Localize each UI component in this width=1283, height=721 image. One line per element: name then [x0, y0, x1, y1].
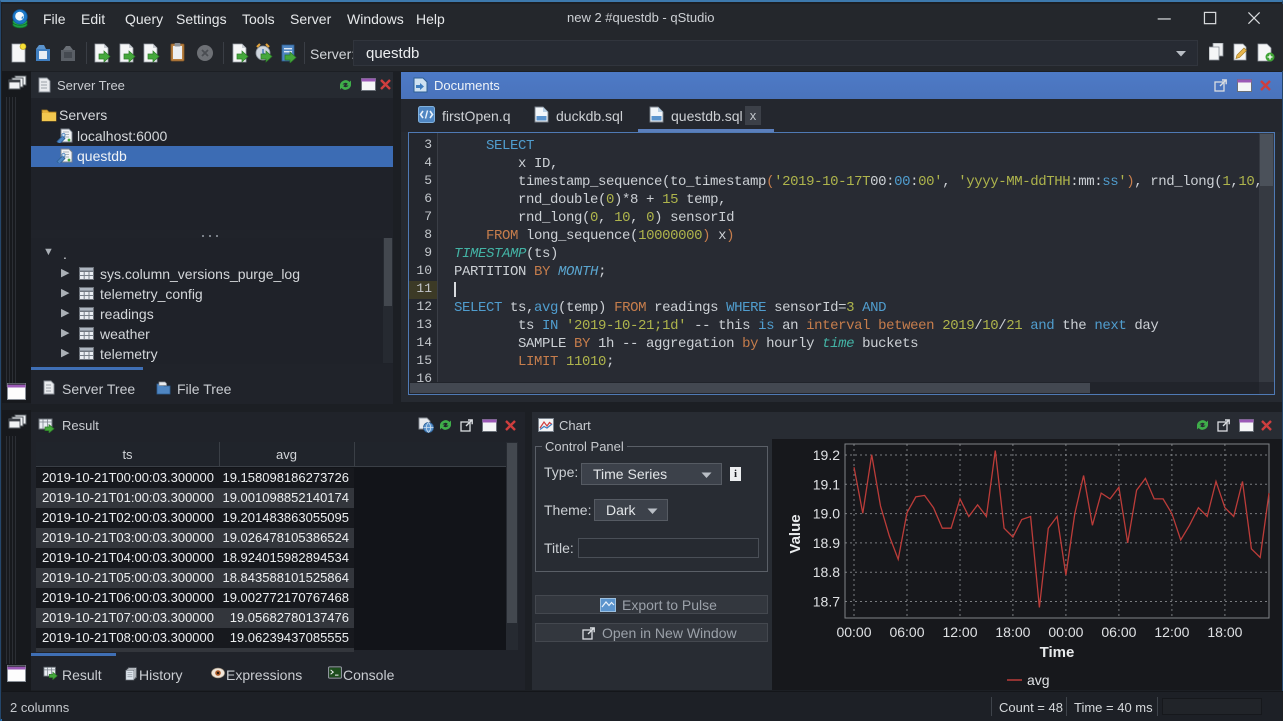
svg-text:12:00: 12:00 — [942, 624, 977, 640]
svg-text:Value: Value — [787, 514, 804, 553]
svg-text:12:00: 12:00 — [1154, 624, 1189, 640]
svg-text:18.9: 18.9 — [813, 535, 840, 551]
svg-text:06:00: 06:00 — [1101, 624, 1136, 640]
svg-text:18.7: 18.7 — [813, 594, 840, 610]
svg-text:19.0: 19.0 — [813, 506, 840, 522]
svg-text:00:00: 00:00 — [836, 624, 871, 640]
svg-text:18:00: 18:00 — [1207, 624, 1242, 640]
svg-text:06:00: 06:00 — [889, 624, 924, 640]
svg-text:avg: avg — [1027, 672, 1050, 688]
svg-text:18:00: 18:00 — [995, 624, 1030, 640]
svg-text:Time: Time — [1040, 644, 1075, 661]
svg-text:00:00: 00:00 — [1048, 624, 1083, 640]
svg-text:19.1: 19.1 — [813, 476, 840, 492]
svg-text:18.8: 18.8 — [813, 564, 840, 580]
svg-text:19.2: 19.2 — [813, 447, 840, 463]
